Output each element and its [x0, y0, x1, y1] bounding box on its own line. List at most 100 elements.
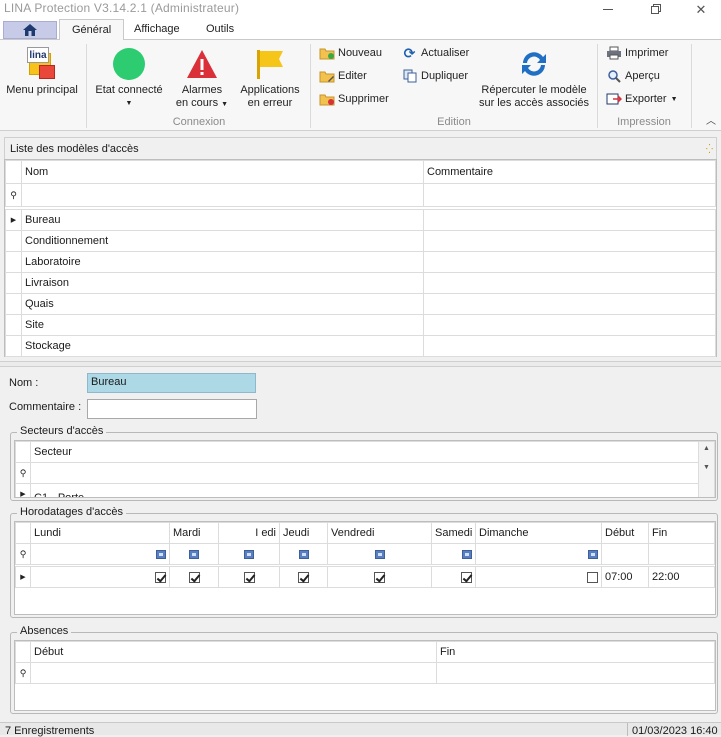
table-row[interactable]: ▶ C1 - Porte: [15, 483, 715, 497]
nom-field[interactable]: Bureau: [87, 373, 256, 393]
tab-affichage[interactable]: Affichage: [122, 19, 192, 40]
debut-cell[interactable]: 07:00: [601, 566, 649, 588]
menu-principal-button[interactable]: lina Menu principal: [4, 44, 80, 97]
alarmes-en-cours-button[interactable]: Alarmes en cours ▼: [172, 44, 232, 111]
table-row[interactable]: Stockage: [5, 335, 716, 357]
etat-connecte-button[interactable]: Etat connecté ▼: [90, 44, 168, 110]
expand-row-icon[interactable]: ▶: [15, 483, 31, 497]
filter-checkbox-icon[interactable]: [588, 549, 598, 559]
filter-checkbox-icon[interactable]: [298, 549, 309, 559]
commentaire-field[interactable]: [87, 399, 257, 419]
table-row[interactable]: Site: [5, 314, 716, 336]
mardi-checkbox[interactable]: [188, 571, 200, 583]
filter-key-icon: ⚲: [15, 462, 31, 484]
filter-commentaire-cell[interactable]: [423, 183, 716, 207]
ribbon-tabs: Général Affichage Outils: [0, 19, 721, 41]
alarmes-label-2: en cours: [175, 97, 219, 109]
new-folder-icon: [318, 45, 335, 61]
table-row[interactable]: ▶ Bureau: [5, 209, 716, 231]
table-row[interactable]: Laboratoire: [5, 251, 716, 273]
alarm-warning-icon: [187, 50, 217, 78]
error-flag-icon: [257, 50, 283, 79]
column-mercredi[interactable]: I edi: [218, 522, 280, 544]
secteurs-grid: Secteur ▲ ▼ ⚲ ▶ C1 - Porte: [14, 440, 716, 498]
actualiser-label: Actualiser: [421, 47, 470, 59]
close-window-button[interactable]: ✕: [678, 0, 721, 19]
column-absence-debut[interactable]: Début: [30, 641, 437, 663]
repercuter-label-1: Répercuter le modèle: [481, 84, 587, 96]
filter-secteur-cell[interactable]: [30, 462, 699, 484]
nouveau-label: Nouveau: [338, 47, 383, 59]
collapse-ribbon-button[interactable]: ︿: [704, 112, 718, 127]
column-secteur[interactable]: Secteur: [30, 441, 699, 463]
column-lundi[interactable]: Lundi: [30, 522, 170, 544]
dimanche-checkbox[interactable]: [587, 571, 598, 583]
vertical-scrollbar[interactable]: ▲ ▼: [698, 441, 715, 497]
restore-icon: [651, 5, 659, 14]
nouveau-button[interactable]: Nouveau: [318, 44, 382, 62]
lundi-checkbox[interactable]: [155, 571, 166, 583]
column-nom[interactable]: Nom: [21, 160, 424, 184]
samedi-checkbox[interactable]: [461, 571, 472, 583]
models-header-row: Nom Commentaire: [5, 160, 716, 184]
table-row[interactable]: Livraison: [5, 272, 716, 294]
group-connexion-label: Connexion: [172, 116, 226, 128]
lina-logo-icon: lina: [27, 47, 57, 81]
column-commentaire[interactable]: Commentaire: [423, 160, 716, 184]
editer-button[interactable]: Editer: [318, 67, 367, 85]
column-mardi[interactable]: Mardi: [169, 522, 219, 544]
table-row[interactable]: Quais: [5, 293, 716, 315]
applications-en-erreur-button[interactable]: Applications en erreur: [236, 44, 304, 110]
filter-key-icon: ⚲: [15, 662, 31, 684]
tab-general[interactable]: Général: [59, 19, 125, 41]
column-fin[interactable]: Fin: [648, 522, 715, 544]
apercu-button[interactable]: Aperçu: [605, 67, 660, 85]
column-absence-fin[interactable]: Fin: [436, 641, 715, 663]
filter-checkbox-icon[interactable]: [244, 549, 254, 559]
chevron-down-icon: ▼: [221, 101, 229, 108]
filter-row: ⚲: [15, 662, 715, 684]
home-tab[interactable]: [3, 21, 57, 39]
supprimer-button[interactable]: Supprimer: [318, 90, 389, 108]
exporter-label: Exporter: [625, 93, 667, 105]
splitter[interactable]: [0, 361, 721, 367]
jeudi-checkbox[interactable]: [298, 571, 309, 583]
vendredi-checkbox[interactable]: [374, 571, 385, 583]
status-datetime: 01/03/2023 16:40: [632, 725, 718, 737]
dupliquer-button[interactable]: Dupliquer: [401, 67, 468, 85]
table-row[interactable]: Conditionnement: [5, 230, 716, 252]
column-vendredi[interactable]: Vendredi: [327, 522, 432, 544]
status-bar: 7 Enregistrements 01/03/2023 16:40: [0, 722, 721, 737]
minimize-button[interactable]: [585, 0, 631, 19]
filter-checkbox-icon[interactable]: [156, 549, 166, 559]
column-dimanche[interactable]: Dimanche: [475, 522, 602, 544]
menu-principal-label: Menu principal: [6, 84, 78, 96]
row-indicator-icon: ▶: [15, 566, 31, 588]
mercredi-checkbox[interactable]: [243, 571, 255, 583]
absences-grid: Début Fin ⚲: [14, 640, 716, 711]
repercuter-modele-button[interactable]: Répercuter le modèle sur les accès assoc…: [476, 44, 592, 110]
fin-cell[interactable]: 22:00: [648, 566, 715, 588]
exporter-button[interactable]: Exporter ▼: [605, 90, 678, 108]
filter-checkbox-icon[interactable]: [189, 549, 199, 559]
column-jeudi[interactable]: Jeudi: [279, 522, 328, 544]
filter-nom-cell[interactable]: [21, 183, 424, 207]
filter-checkbox-icon[interactable]: [374, 549, 385, 559]
filter-key-icon: ⚲: [5, 183, 22, 207]
pin-icon[interactable]: ⁛: [706, 138, 713, 160]
window-title: LINA Protection V3.14.2.1 (Administrateu…: [4, 1, 240, 15]
restore-button[interactable]: [632, 0, 678, 19]
editer-label: Editer: [338, 70, 367, 82]
table-row[interactable]: ▶ 07:00 22:00: [15, 566, 715, 588]
column-debut[interactable]: Début: [601, 522, 649, 544]
actualiser-button[interactable]: ⟳ Actualiser: [401, 44, 470, 62]
imprimer-button[interactable]: Imprimer: [605, 44, 668, 62]
commentaire-label: Commentaire :: [9, 401, 82, 413]
filter-checkbox-icon[interactable]: [462, 549, 472, 559]
models-list-title: Liste des modèles d'accès: [10, 143, 139, 155]
chevron-down-icon: ▼: [670, 95, 678, 103]
row-indicator-icon: ▶: [5, 209, 22, 231]
tab-outils[interactable]: Outils: [194, 19, 246, 40]
column-samedi[interactable]: Samedi: [431, 522, 476, 544]
home-icon: [23, 24, 37, 36]
